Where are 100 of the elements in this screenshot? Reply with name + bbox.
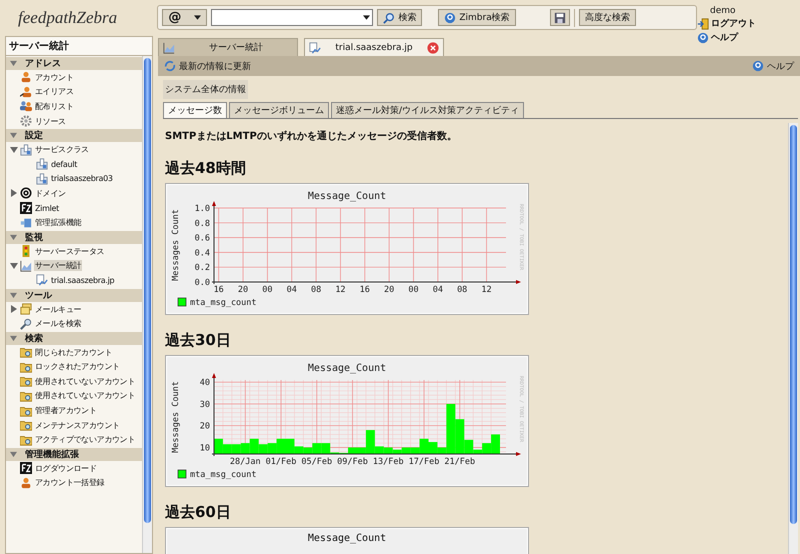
triangle-icon[interactable]: [10, 334, 17, 342]
section-header[interactable]: 監視: [6, 230, 142, 244]
save-button[interactable]: [550, 9, 570, 26]
triangle-icon[interactable]: [10, 146, 18, 154]
chart-title: Message_Count: [308, 191, 386, 202]
tree-item[interactable]: サーバー統計: [34, 260, 82, 272]
tree-item[interactable]: 管理拡張機能: [34, 217, 82, 228]
scrollbar[interactable]: [142, 56, 152, 553]
refresh-icon: [164, 60, 176, 72]
server-icon: [36, 172, 48, 185]
tree-item[interactable]: メールを検索: [34, 318, 82, 330]
x-tick-label: 20: [238, 285, 248, 295]
logout-link[interactable]: ログアウト: [697, 17, 800, 30]
logo-icon: [20, 462, 32, 474]
tree-item[interactable]: 管理者アカウント: [34, 405, 98, 416]
tree-item[interactable]: trialsaaszebra03: [50, 174, 114, 184]
person-icon: [20, 71, 32, 84]
person-arrow-icon: [20, 86, 32, 98]
folder-search-icon: [20, 390, 32, 402]
tree-item[interactable]: default: [50, 160, 78, 169]
close-icon[interactable]: [427, 42, 439, 54]
subtab[interactable]: メッセージ数: [163, 102, 227, 118]
help-link[interactable]: ヘルプ: [697, 31, 800, 44]
tree-item[interactable]: リソース: [34, 116, 67, 127]
triangle-icon[interactable]: [10, 189, 18, 198]
tree-item[interactable]: エイリアス: [34, 86, 75, 98]
tree-item[interactable]: ロックされたアカウント: [34, 361, 121, 372]
tree-item[interactable]: 使用されていないアカウント: [34, 376, 136, 387]
help-button[interactable]: ヘルプ: [752, 60, 794, 72]
search-type-dropdown[interactable]: @: [162, 9, 208, 26]
refresh-button[interactable]: 最新の情報に更新: [164, 60, 251, 72]
advanced-search-button[interactable]: 高度な検索: [578, 9, 636, 26]
x-tick-label: 20: [384, 285, 394, 295]
section-label: 検索: [25, 332, 43, 345]
x-tick-label: 09/Feb: [337, 457, 368, 467]
tree-item[interactable]: ログダウンロード: [34, 462, 98, 474]
section-header[interactable]: 設定: [6, 129, 142, 142]
search-icon: [383, 12, 396, 24]
x-tick-label: 28/Jan: [230, 457, 261, 467]
tree-item[interactable]: メールキュー: [34, 304, 82, 315]
x-tick-label: 08: [457, 285, 468, 295]
y-tick-label: 10: [200, 443, 210, 454]
triangle-icon[interactable]: [10, 305, 18, 314]
tree-item[interactable]: ドメイン: [34, 188, 67, 199]
tree-item[interactable]: アクティブでないアカウント: [34, 434, 136, 446]
logout-icon: [697, 18, 710, 30]
section-header[interactable]: 検索: [6, 332, 142, 345]
tab[interactable]: サーバー統計: [158, 38, 298, 56]
chart-title: Message_Count: [308, 363, 386, 374]
x-tick-label: 01/Feb: [266, 457, 296, 467]
search-field[interactable]: [211, 9, 374, 26]
tree-item[interactable]: trial.saaszebra.jp: [50, 276, 116, 285]
y-tick-label: 0.2: [194, 263, 210, 274]
tree-item[interactable]: サービスクラス: [34, 144, 90, 156]
folder-search-icon: [20, 404, 32, 417]
server-icon: [36, 158, 48, 170]
tree-item[interactable]: アカウント: [34, 72, 75, 83]
tree-item[interactable]: メンテナンスアカウント: [34, 420, 121, 431]
y-axis-label: Messages Count: [171, 381, 181, 453]
legend-label: mta_msg_count: [190, 298, 257, 308]
tree-item[interactable]: アカウント一括登録: [34, 477, 106, 488]
x-tick-label: 05/Feb: [301, 457, 332, 467]
x-tick-label: 21/Feb: [444, 457, 476, 467]
tree-item[interactable]: 閉じられたアカウント: [34, 346, 114, 358]
section-header[interactable]: 管理機能拡張: [6, 448, 142, 462]
description: SMTPまたはLMTPのいずれかを通じたメッセージの受信者数。: [165, 130, 458, 143]
x-tick-label: 04: [286, 285, 297, 295]
caret-icon[interactable]: [362, 15, 370, 20]
triangle-icon[interactable]: [10, 262, 18, 270]
x-tick-label: 16: [360, 285, 370, 295]
triangle-icon[interactable]: [10, 132, 17, 140]
tree-item[interactable]: Zimlet: [34, 204, 60, 213]
x-tick-label: 13/Feb: [372, 457, 404, 467]
tree-item[interactable]: 使用されていないアカウント: [34, 390, 136, 402]
y-axis-label: Messages Count: [171, 209, 181, 281]
person-icon: [20, 476, 32, 489]
zimbra-search-button[interactable]: Zimbra検索: [438, 9, 516, 26]
triangle-icon[interactable]: [10, 451, 17, 458]
y-tick-label: 0.4: [194, 248, 210, 258]
search-button[interactable]: 検索: [377, 9, 422, 26]
scrollbar[interactable]: [788, 123, 798, 554]
line-chart-icon: [163, 42, 175, 54]
y-tick-label: 0.8: [194, 218, 210, 229]
x-tick-label: 00: [408, 285, 419, 295]
x-tick-label: 17/Feb: [408, 457, 440, 467]
section-header[interactable]: アドレス: [6, 57, 142, 70]
subtab[interactable]: メッセージボリューム: [229, 102, 329, 118]
user-name: demo: [709, 6, 737, 16]
section-header[interactable]: ツール: [6, 288, 142, 302]
tree-item[interactable]: サーバーステータス: [34, 246, 106, 257]
triangle-icon[interactable]: [10, 234, 17, 241]
magnifier-icon: [20, 318, 32, 330]
subtab[interactable]: 迷惑メール対策/ウイルス対策アクティビティ: [331, 102, 524, 118]
envelope-stack-icon: [20, 303, 32, 316]
tree-item[interactable]: 配布リスト: [34, 100, 75, 112]
triangle-icon[interactable]: [10, 292, 17, 299]
tab[interactable]: trial.saaszebra.jp: [304, 38, 444, 56]
triangle-icon[interactable]: [10, 60, 17, 67]
tab-label[interactable]: trial.saaszebra.jp: [325, 42, 423, 52]
tab-label[interactable]: サーバー統計: [179, 41, 293, 54]
